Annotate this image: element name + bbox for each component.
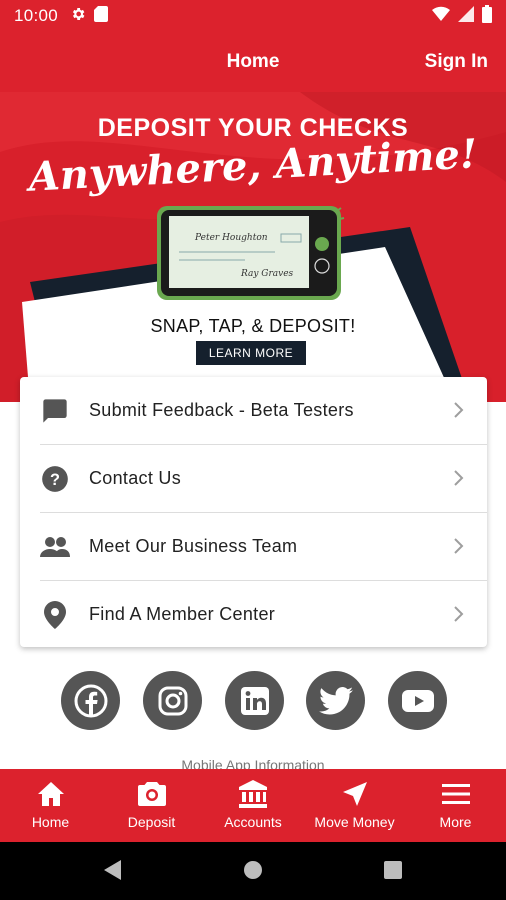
sd-card-icon xyxy=(94,5,109,27)
help-icon: ? xyxy=(40,464,70,494)
people-icon xyxy=(40,532,70,562)
nav-accounts[interactable]: Accounts xyxy=(202,769,304,842)
home-icon xyxy=(37,780,65,808)
navigation-arrow-icon xyxy=(342,780,368,808)
settings-gear-icon xyxy=(70,6,86,27)
menu-item-label: Contact Us xyxy=(89,468,182,488)
home-circle-icon[interactable] xyxy=(243,860,263,885)
menu-item-find-member-center[interactable]: Find A Member Center xyxy=(20,581,487,648)
chevron-right-icon xyxy=(453,605,465,628)
nav-deposit[interactable]: Deposit xyxy=(101,769,202,842)
banner-tagline: SNAP, TAP, & DEPOSIT! xyxy=(150,316,356,336)
instagram-icon[interactable] xyxy=(143,671,202,730)
location-pin-icon xyxy=(40,600,70,630)
recents-square-icon[interactable] xyxy=(384,861,402,884)
chevron-right-icon xyxy=(453,401,465,424)
social-links xyxy=(61,671,447,731)
back-icon[interactable] xyxy=(103,859,123,886)
linkedin-icon[interactable] xyxy=(225,671,284,730)
chevron-right-icon xyxy=(453,537,465,560)
nav-label: More xyxy=(439,814,472,830)
menu-item-label: Meet Our Business Team xyxy=(89,536,298,556)
check-signature: Ray Graves xyxy=(240,269,294,279)
nav-home[interactable]: Home xyxy=(0,769,101,842)
menu-item-submit-feedback[interactable]: Submit Feedback - Beta Testers xyxy=(20,377,487,444)
menu-item-label: Submit Feedback - Beta Testers xyxy=(89,400,354,420)
status-time: 10:00 xyxy=(14,6,59,25)
learn-more-button[interactable]: LEARN MORE xyxy=(196,341,306,365)
mobile-app-information-link[interactable]: Mobile App Information xyxy=(0,757,506,769)
phone-check-illustration: Peter Houghton Ray Graves xyxy=(157,206,345,300)
bank-icon xyxy=(238,780,268,808)
nav-label: Home xyxy=(31,814,70,830)
nav-label: Accounts xyxy=(224,814,282,830)
camera-icon xyxy=(137,780,167,808)
quick-links-card: Submit Feedback - Beta Testers ? Contact… xyxy=(20,377,487,647)
twitter-icon[interactable] xyxy=(306,671,365,730)
nav-more[interactable]: More xyxy=(405,769,506,842)
promo-banner[interactable]: DEPOSIT YOUR CHECKS Anywhere, Anytime! P… xyxy=(0,92,506,402)
check-payee: Peter Houghton xyxy=(194,233,268,243)
menu-item-business-team[interactable]: Meet Our Business Team xyxy=(20,513,487,580)
youtube-icon[interactable] xyxy=(388,671,447,730)
system-navigation-bar xyxy=(0,842,506,900)
app-bar: Home Sign In xyxy=(0,32,506,92)
battery-icon xyxy=(482,4,492,28)
sign-in-button[interactable]: Sign In xyxy=(425,32,488,92)
wifi-icon xyxy=(432,6,450,27)
nav-move-money[interactable]: Move Money xyxy=(304,769,405,842)
menu-item-contact-us[interactable]: ? Contact Us xyxy=(20,445,487,512)
feedback-icon xyxy=(40,396,70,426)
svg-text:?: ? xyxy=(50,470,60,488)
menu-icon xyxy=(441,780,470,808)
menu-item-label: Find A Member Center xyxy=(89,604,276,624)
bottom-navigation: Home Deposit Accounts Move Money More xyxy=(0,769,506,842)
status-bar: 10:00 xyxy=(0,0,506,32)
chevron-right-icon xyxy=(453,469,465,492)
facebook-icon[interactable] xyxy=(61,671,120,730)
cellular-signal-icon xyxy=(458,5,474,27)
nav-label: Move Money xyxy=(314,814,395,830)
nav-label: Deposit xyxy=(127,814,176,830)
